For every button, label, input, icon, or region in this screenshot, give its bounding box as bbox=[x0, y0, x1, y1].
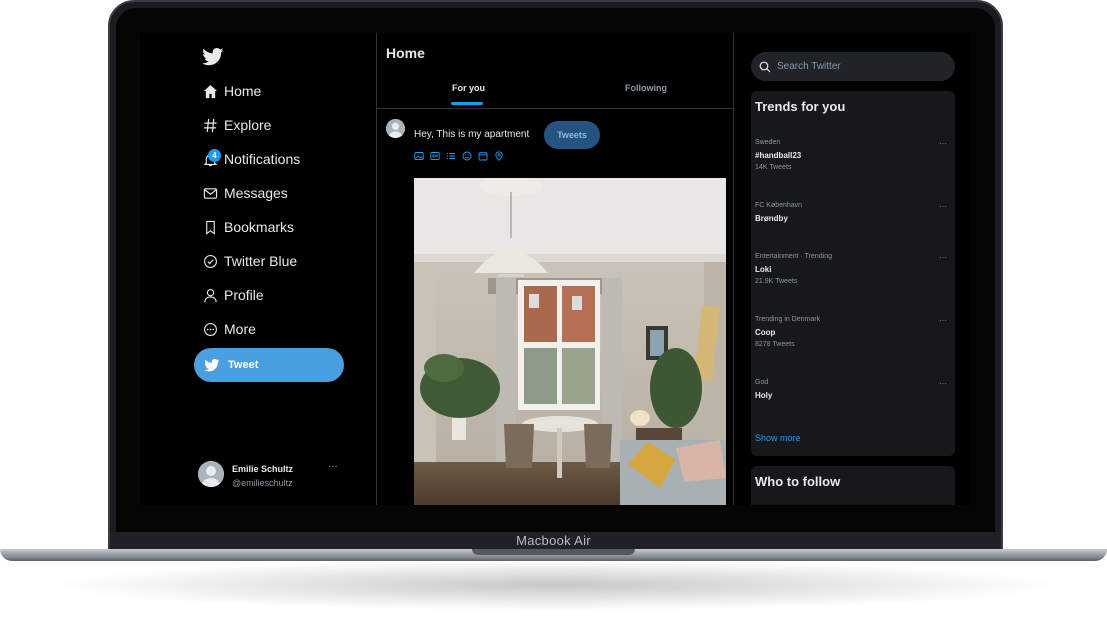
sidebar-item-twitter-blue[interactable]: Twitter Blue bbox=[202, 248, 297, 274]
verified-icon bbox=[202, 253, 218, 269]
more-circle-icon bbox=[202, 321, 218, 337]
compose-input[interactable]: Hey, This is my apartment bbox=[414, 129, 529, 140]
trends-panel: Trends for you Sweden #handball23 14K Tw… bbox=[751, 91, 955, 456]
location-icon[interactable] bbox=[494, 151, 504, 161]
trend-name: Loki bbox=[755, 265, 772, 274]
compose-toolbar bbox=[414, 151, 504, 161]
trend-item[interactable]: Sweden #handball23 14K Tweets ··· bbox=[755, 139, 951, 171]
page-title: Home bbox=[386, 45, 425, 61]
sidebar-item-profile[interactable]: Profile bbox=[202, 282, 264, 308]
sidebar-item-messages[interactable]: Messages bbox=[202, 180, 288, 206]
trend-more-icon[interactable]: ··· bbox=[939, 253, 947, 262]
schedule-icon[interactable] bbox=[478, 151, 488, 161]
trend-context: God bbox=[755, 379, 769, 386]
account-switcher[interactable]: Emilie Schultz @emilieschultz ··· bbox=[198, 461, 348, 493]
emoji-icon[interactable] bbox=[462, 151, 472, 161]
laptop-base-notch bbox=[472, 549, 635, 555]
trend-more-icon[interactable]: ··· bbox=[939, 139, 947, 148]
sidebar-item-notifications[interactable]: 4 Notifications bbox=[202, 146, 300, 172]
attached-photo-apartment bbox=[414, 178, 726, 505]
bell-icon: 4 bbox=[202, 149, 221, 167]
sidebar-item-home[interactable]: Home bbox=[202, 78, 261, 104]
compose-avatar bbox=[386, 119, 405, 138]
sidebar-item-label: More bbox=[224, 321, 256, 337]
poll-icon[interactable] bbox=[446, 151, 456, 161]
main-timeline: Home For you Following Hey, This is my a… bbox=[377, 33, 734, 505]
trend-item[interactable]: God Holy ··· bbox=[755, 379, 951, 400]
trend-more-icon[interactable]: ··· bbox=[939, 379, 947, 388]
account-more-icon[interactable]: ··· bbox=[328, 461, 338, 472]
search-input[interactable]: Search Twitter bbox=[751, 52, 955, 81]
notification-badge: 4 bbox=[208, 149, 221, 162]
trend-name: Holy bbox=[755, 391, 773, 400]
search-placeholder: Search Twitter bbox=[777, 61, 841, 72]
twitter-bird-icon bbox=[204, 358, 220, 371]
person-icon bbox=[202, 287, 218, 303]
trend-item[interactable]: Entertainment · Trending Loki 21.9K Twee… bbox=[755, 253, 951, 285]
laptop-mockup: Macbook Air Home Explore 4 Notifications… bbox=[0, 0, 1107, 623]
trend-more-icon[interactable]: ··· bbox=[939, 316, 947, 325]
trend-count: 14K Tweets bbox=[755, 164, 792, 171]
envelope-icon bbox=[202, 185, 218, 201]
sidebar-item-label: Bookmarks bbox=[224, 219, 295, 235]
trend-item[interactable]: Trending in Denmark Coop 8278 Tweets ··· bbox=[755, 316, 951, 348]
trend-context: FC København bbox=[755, 202, 803, 209]
trend-count: 8278 Tweets bbox=[755, 341, 795, 348]
compose-tweet-button[interactable]: Tweets bbox=[544, 121, 600, 149]
twitter-logo-icon[interactable] bbox=[202, 48, 224, 66]
device-label: Macbook Air bbox=[516, 533, 591, 548]
sidebar-item-bookmarks[interactable]: Bookmarks bbox=[202, 214, 294, 240]
who-to-follow-title: Who to follow bbox=[755, 474, 841, 489]
gif-icon[interactable] bbox=[430, 151, 440, 161]
divider bbox=[377, 108, 734, 109]
hashtag-icon bbox=[202, 117, 218, 133]
user-display-name: Emilie Schultz bbox=[232, 464, 294, 474]
tab-for-you[interactable]: For you bbox=[452, 83, 485, 93]
trend-count: 21.9K Tweets bbox=[755, 278, 798, 285]
sidebar-item-label: Explore bbox=[224, 117, 272, 133]
trend-context: Sweden bbox=[755, 139, 781, 146]
trend-name: Brøndby bbox=[755, 214, 788, 223]
active-tab-indicator bbox=[451, 102, 483, 105]
trend-more-icon[interactable]: ··· bbox=[939, 202, 947, 211]
home-icon bbox=[202, 83, 218, 99]
bookmark-icon bbox=[202, 219, 218, 235]
trend-item[interactable]: FC København Brøndby ··· bbox=[755, 202, 951, 223]
search-icon bbox=[759, 61, 771, 72]
sidebar-item-label: Home bbox=[224, 83, 262, 99]
sidebar-item-label: Messages bbox=[224, 185, 288, 201]
tab-following[interactable]: Following bbox=[625, 83, 667, 93]
right-sidebar: Search Twitter Trends for you Sweden #ha… bbox=[734, 33, 971, 505]
trends-title: Trends for you bbox=[755, 99, 846, 114]
sidebar-item-more[interactable]: More bbox=[202, 316, 256, 342]
show-more-link[interactable]: Show more bbox=[755, 433, 801, 443]
user-handle: @emilieschultz bbox=[232, 478, 293, 488]
device-shadow bbox=[60, 560, 1050, 610]
left-sidebar: Home Explore 4 Notifications Messages Bo… bbox=[140, 33, 377, 505]
trend-name: Coop bbox=[755, 328, 776, 337]
sidebar-item-label: Profile bbox=[224, 287, 264, 303]
avatar bbox=[198, 461, 224, 487]
sidebar-item-label: Notifications bbox=[224, 151, 301, 167]
sidebar-item-explore[interactable]: Explore bbox=[202, 112, 271, 138]
tweet-button[interactable]: Tweet bbox=[194, 348, 344, 382]
image-icon[interactable] bbox=[414, 151, 424, 161]
who-to-follow-panel: Who to follow bbox=[751, 466, 955, 505]
trend-context: Trending in Denmark bbox=[755, 316, 821, 323]
trend-context: Entertainment · Trending bbox=[755, 253, 833, 260]
tweet-button-label: Tweet bbox=[228, 359, 259, 371]
screen: Home Explore 4 Notifications Messages Bo… bbox=[140, 33, 971, 505]
sidebar-item-label: Twitter Blue bbox=[224, 253, 298, 269]
trend-name: #handball23 bbox=[755, 151, 802, 160]
